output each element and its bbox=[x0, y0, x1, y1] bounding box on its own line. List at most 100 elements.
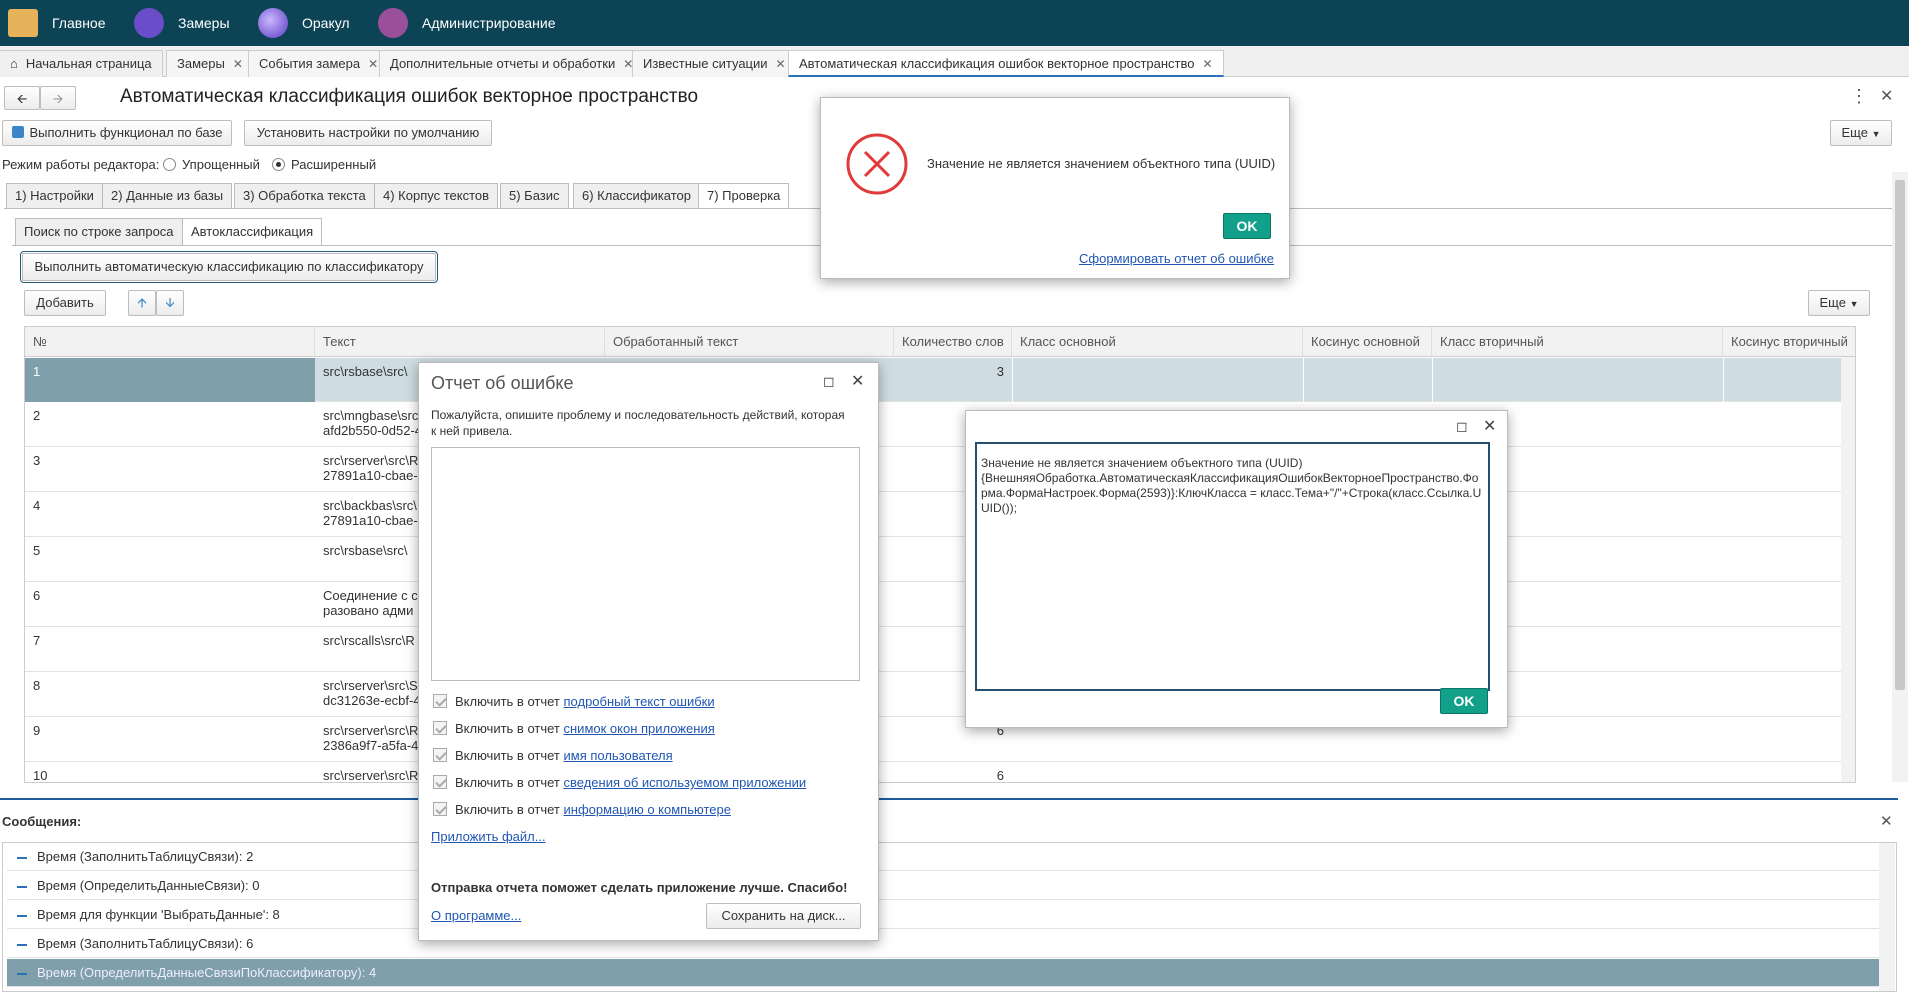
table-scrollbar[interactable] bbox=[1841, 357, 1855, 782]
tab-text-processing[interactable]: 3) Обработка текста bbox=[234, 183, 375, 209]
cell-number[interactable]: 4 bbox=[25, 492, 315, 537]
tab-measurements[interactable]: Замеры ✕ bbox=[166, 50, 254, 77]
message-item[interactable]: Время для функции 'ВыбратьДанные': 8 bbox=[7, 901, 1887, 929]
cell-main-cosine[interactable] bbox=[1303, 358, 1432, 402]
column-header-text[interactable]: Текст bbox=[315, 327, 605, 357]
table-row[interactable]: 4 src\backbas\src\ 27891a10-cbae-4 bbox=[25, 492, 1855, 537]
include-computer-info-checkbox[interactable]: Включить в отчет информацию о компьютере bbox=[433, 802, 731, 817]
save-to-disk-button[interactable]: Сохранить на диск... bbox=[706, 903, 861, 929]
tab-settings[interactable]: 1) Настройки bbox=[6, 183, 103, 209]
message-item-selected[interactable]: Время (ОпределитьДанныеСвязиПоКлассифика… bbox=[7, 959, 1887, 987]
table-row[interactable]: 10 src\rserver\src\R 6 bbox=[25, 762, 1855, 782]
move-up-button[interactable]: 🡩 bbox=[128, 290, 156, 316]
tab-autoclassification[interactable]: Автоклассификация bbox=[182, 218, 323, 246]
close-icon[interactable]: ✕ bbox=[851, 371, 864, 391]
tab-search-by-query[interactable]: Поиск по строке запроса bbox=[15, 218, 183, 246]
cell-word-count[interactable]: 3 bbox=[894, 358, 1012, 402]
include-username-checkbox[interactable]: Включить в отчет имя пользователя bbox=[433, 748, 673, 763]
forward-button[interactable]: 🡪 bbox=[40, 86, 76, 110]
topbar-item-measurements[interactable]: Замеры bbox=[134, 0, 230, 46]
cell-secondary-class[interactable] bbox=[1432, 358, 1723, 402]
about-link[interactable]: О программе... bbox=[431, 908, 521, 923]
cell-secondary-cosine[interactable] bbox=[1723, 537, 1841, 582]
cell-secondary-cosine[interactable] bbox=[1723, 358, 1841, 402]
topbar-item-main[interactable]: Главное bbox=[8, 0, 106, 46]
messages-scrollbar[interactable] bbox=[1879, 843, 1895, 991]
cell-number[interactable]: 3 bbox=[25, 447, 315, 492]
message-item[interactable]: Время (ОпределитьДанныеСвязи): 0 bbox=[7, 872, 1887, 900]
more-button[interactable]: Еще ▼ bbox=[1830, 120, 1892, 146]
run-on-base-button[interactable]: Выполнить функционал по базе bbox=[2, 120, 232, 146]
mode-extended-radio[interactable]: Расширенный bbox=[272, 157, 376, 172]
cell-number[interactable]: 8 bbox=[25, 672, 315, 717]
cell-secondary-cosine[interactable] bbox=[1723, 492, 1841, 537]
cell-main-cosine[interactable] bbox=[1303, 762, 1432, 782]
cell-secondary-class[interactable] bbox=[1432, 762, 1723, 782]
cell-main-class[interactable] bbox=[1012, 358, 1303, 402]
close-icon[interactable]: ✕ bbox=[1203, 57, 1213, 71]
table-row[interactable]: 5 src\rsbase\src\ bbox=[25, 537, 1855, 582]
cell-secondary-cosine[interactable] bbox=[1723, 672, 1841, 717]
auto-classify-button[interactable]: Выполнить автоматическую классификацию п… bbox=[20, 251, 438, 283]
message-item[interactable]: Время (ЗаполнитьТаблицуСвязи): 6 bbox=[7, 930, 1887, 958]
include-screenshot-checkbox[interactable]: Включить в отчет снимок окон приложения bbox=[433, 721, 715, 736]
column-header-secondary-cosine[interactable]: Косинус вторичный bbox=[1723, 327, 1855, 357]
ok-button[interactable]: OK bbox=[1223, 213, 1271, 239]
cell-secondary-cosine[interactable] bbox=[1723, 717, 1841, 762]
table-row[interactable]: 2 src\mngbase\src afd2b550-0d52-4 bbox=[25, 402, 1855, 447]
message-item[interactable]: Время (ЗаполнитьТаблицуСвязи): 2 bbox=[7, 843, 1887, 871]
tab-text-corpus[interactable]: 4) Корпус текстов bbox=[374, 183, 499, 209]
create-error-report-link[interactable]: Сформировать отчет об ошибке bbox=[1079, 251, 1274, 266]
column-header-main-cosine[interactable]: Косинус основной bbox=[1303, 327, 1432, 357]
cell-secondary-cosine[interactable] bbox=[1723, 447, 1841, 492]
table-row[interactable]: 9 src\rserver\src\R 2386a9f7-a5fa-4c 6 bbox=[25, 717, 1855, 762]
page-scrollbar[interactable] bbox=[1892, 172, 1908, 782]
close-icon[interactable]: ✕ bbox=[233, 57, 243, 71]
tab-additional-reports[interactable]: Дополнительные отчеты и обработки ✕ bbox=[379, 50, 645, 77]
more-vertical-icon[interactable]: ⋮ bbox=[1850, 86, 1868, 107]
cell-word-count[interactable]: 6 bbox=[894, 762, 1012, 782]
cell-secondary-cosine[interactable] bbox=[1723, 582, 1841, 627]
table-row[interactable]: 3 src\rserver\src\R 27891a10-cbae-4 bbox=[25, 447, 1855, 492]
cell-secondary-cosine[interactable] bbox=[1723, 627, 1841, 672]
table-row-selected[interactable]: 1 src\rsbase\src\ 3 bbox=[25, 358, 1855, 402]
include-error-text-checkbox[interactable]: Включить в отчет подробный текст ошибки bbox=[433, 694, 715, 709]
ok-button[interactable]: OK bbox=[1440, 688, 1488, 714]
close-icon[interactable]: ✕ bbox=[776, 57, 786, 71]
column-header-secondary-class[interactable]: Класс вторичный bbox=[1432, 327, 1723, 357]
move-down-button[interactable]: 🡫 bbox=[156, 290, 184, 316]
option-link[interactable]: снимок окон приложения bbox=[564, 721, 715, 736]
column-header-main-class[interactable]: Класс основной bbox=[1012, 327, 1303, 357]
column-header-number[interactable]: № bbox=[25, 327, 315, 357]
column-header-processed-text[interactable]: Обработанный текст bbox=[605, 327, 894, 357]
cell-number[interactable]: 1 bbox=[25, 358, 315, 402]
cell-number[interactable]: 9 bbox=[25, 717, 315, 762]
cell-number[interactable]: 2 bbox=[25, 402, 315, 447]
topbar-item-administration[interactable]: Администрирование bbox=[378, 0, 556, 46]
tab-home[interactable]: ⌂ Начальная страница bbox=[0, 50, 163, 77]
tab-classifier[interactable]: 6) Классификатор bbox=[573, 183, 700, 209]
maximize-icon[interactable]: ◻ bbox=[1456, 418, 1468, 435]
attach-file-link[interactable]: Приложить файл... bbox=[431, 829, 546, 844]
cell-number[interactable]: 5 bbox=[25, 537, 315, 582]
close-icon[interactable]: ✕ bbox=[1483, 416, 1496, 436]
option-link[interactable]: имя пользователя bbox=[564, 748, 673, 763]
option-link[interactable]: сведения об используемом приложении bbox=[564, 775, 807, 790]
cell-secondary-cosine[interactable] bbox=[1723, 402, 1841, 447]
cell-main-class[interactable] bbox=[1012, 762, 1303, 782]
problem-description-field[interactable] bbox=[431, 447, 860, 681]
tab-base-data[interactable]: 2) Данные из базы bbox=[102, 183, 233, 209]
table-row[interactable]: 6 Соединение с с разовано адми bbox=[25, 582, 1855, 627]
cell-secondary-cosine[interactable] bbox=[1723, 762, 1841, 782]
tab-known-situations[interactable]: Известные ситуации ✕ bbox=[632, 50, 797, 77]
tab-auto-classification[interactable]: Автоматическая классификация ошибок вект… bbox=[788, 50, 1224, 77]
tab-check[interactable]: 7) Проверка bbox=[698, 183, 790, 209]
cell-number[interactable]: 7 bbox=[25, 627, 315, 672]
topbar-item-oracle[interactable]: Оракул bbox=[258, 0, 350, 46]
close-messages-icon[interactable]: ✕ bbox=[1880, 812, 1893, 830]
set-defaults-button[interactable]: Установить настройки по умолчанию bbox=[244, 120, 492, 146]
maximize-icon[interactable]: ◻ bbox=[823, 373, 835, 390]
mode-simple-radio[interactable]: Упрощенный bbox=[163, 157, 260, 172]
error-details-text[interactable]: Значение не является значением объектног… bbox=[975, 442, 1490, 691]
table-row[interactable]: 8 src\rserver\src\S dc31263e-ecbf-4 bbox=[25, 672, 1855, 717]
